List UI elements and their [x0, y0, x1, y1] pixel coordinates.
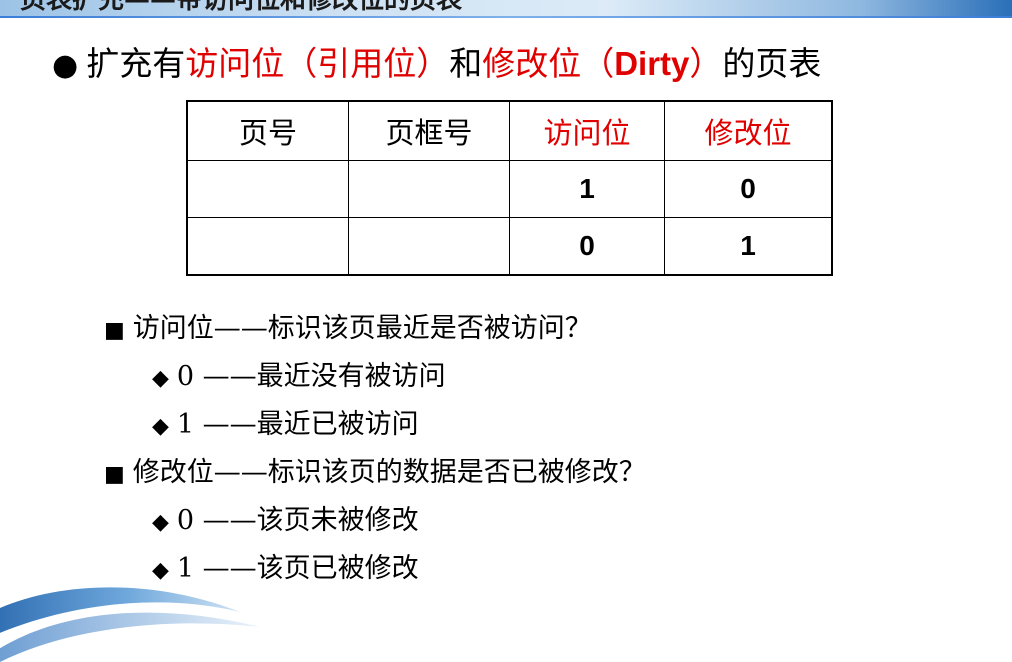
list-item-text: 0 ——该页未被修改	[176, 505, 419, 536]
col-access-bit: 访问位	[509, 100, 665, 161]
list-item: ◆ 1 ——最近已被访问	[152, 402, 646, 450]
cell-page	[186, 217, 349, 276]
diamond-bullet-icon: ◆	[152, 366, 169, 391]
heading-text-1: 扩充有	[86, 44, 186, 83]
square-bullet-icon: ■	[104, 318, 125, 343]
list-item: ◆ 0 ——该页未被修改	[152, 498, 646, 546]
cell-frame	[348, 217, 510, 276]
heading-modify-bit: 修改位（	[482, 44, 615, 83]
heading-dirty: Dirty	[614, 45, 690, 82]
notes-list: ■ 访问位——标识该页最近是否被访问？ ◆ 0 ——最近没有被访问 ◆ 1 ——最近已…	[104, 306, 646, 594]
heading-bullet: ●	[52, 48, 79, 83]
table-header-row: 页号 页框号 访问位 修改位	[186, 100, 833, 161]
col-modify-bit: 修改位	[664, 100, 833, 161]
diamond-bullet-icon: ◆	[152, 414, 169, 439]
cell-access: 0	[509, 217, 665, 276]
col-page-number: 页号	[186, 100, 349, 161]
col-frame-number: 页框号	[348, 100, 510, 161]
heading-close-paren: ）	[689, 44, 723, 83]
list-item: ◆ 0 ——最近没有被访问	[152, 354, 646, 402]
list-item-text: 0 ——最近没有被访问	[176, 361, 446, 392]
heading-text-end: 的页表	[722, 44, 822, 83]
square-bullet-icon: ■	[104, 462, 125, 487]
cell-access: 1	[509, 160, 665, 218]
cell-frame	[348, 160, 510, 218]
cell-modify: 1	[664, 217, 833, 276]
diamond-bullet-icon: ◆	[152, 510, 169, 535]
page-table: 页号 页框号 访问位 修改位 1 0 0 1	[186, 100, 833, 276]
table-row: 0 1	[186, 217, 833, 276]
list-item-text: 修改位——标识该页的数据是否已被修改？	[132, 457, 646, 488]
title-bar: 页表扩充——带访问位和修改位的页表	[0, 0, 1012, 18]
list-item: ■ 访问位——标识该页最近是否被访问？	[104, 306, 646, 354]
cell-modify: 0	[664, 160, 833, 218]
heading-text-and: 和	[449, 44, 483, 83]
slide-title: 页表扩充——带访问位和修改位的页表	[20, 0, 740, 14]
list-item: ■ 修改位——标识该页的数据是否已被修改？	[104, 450, 646, 498]
slide-heading: ● 扩充有访问位（引用位）和修改位（Dirty）的页表	[52, 42, 821, 88]
heading-access-bit: 访问位（引用位）	[185, 44, 450, 83]
table-row: 1 0	[186, 160, 833, 218]
list-item-text: 访问位——标识该页最近是否被访问？	[132, 313, 592, 344]
list-item-text: 1 ——最近已被访问	[176, 409, 419, 440]
decorative-swoosh-icon	[0, 587, 260, 662]
cell-page	[186, 160, 349, 218]
